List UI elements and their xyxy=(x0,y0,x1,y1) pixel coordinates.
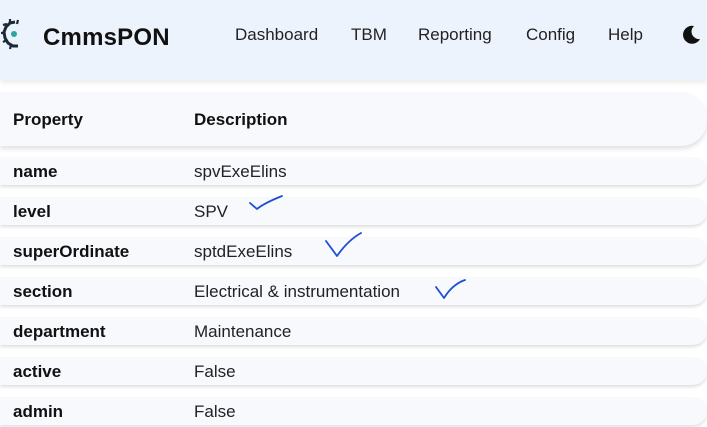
header-description: Description xyxy=(194,110,288,129)
table-header: Property Description xyxy=(0,92,707,146)
table-row: active False xyxy=(0,357,707,385)
row-description: SPV xyxy=(194,202,229,221)
property-table: Property Description name spvExeElins le… xyxy=(0,80,707,427)
table-row: name spvExeElins xyxy=(0,157,707,185)
header-property: Property xyxy=(13,110,83,129)
row-property: section xyxy=(13,282,73,301)
table-row: department Maintenance xyxy=(0,317,707,345)
row-description: False xyxy=(194,402,236,421)
nav-tbm[interactable]: TBM xyxy=(351,25,387,45)
moon-icon[interactable] xyxy=(680,24,702,46)
handwritten-checkmark-icon xyxy=(325,232,362,257)
row-property: level xyxy=(13,202,51,221)
nav-dashboard[interactable]: Dashboard xyxy=(235,25,318,45)
handwritten-checkmark-icon xyxy=(435,279,466,299)
table-row: superOrdinate sptdExeElins xyxy=(0,232,707,265)
top-navbar: CmmsPON Dashboard TBM Reporting Config H… xyxy=(0,0,707,80)
handwritten-checkmark-icon xyxy=(249,195,283,210)
row-property: superOrdinate xyxy=(13,242,130,261)
row-description: Electrical & instrumentation xyxy=(194,282,400,301)
row-property: department xyxy=(13,322,106,341)
row-description: Maintenance xyxy=(194,322,292,341)
row-property: active xyxy=(13,362,62,381)
table-row: section Electrical & instrumentation xyxy=(0,277,707,305)
row-description: False xyxy=(194,362,236,381)
gear-logo-icon[interactable] xyxy=(0,18,24,50)
table-row: level SPV xyxy=(0,195,707,225)
nav-config[interactable]: Config xyxy=(526,25,575,45)
nav-reporting[interactable]: Reporting xyxy=(418,25,492,45)
row-description: spvExeElins xyxy=(194,162,287,181)
table-row: admin False xyxy=(0,397,707,425)
nav-help[interactable]: Help xyxy=(608,25,643,45)
row-description: sptdExeElins xyxy=(194,242,293,261)
row-property: name xyxy=(13,162,58,181)
row-property: admin xyxy=(13,402,64,421)
brand-title[interactable]: CmmsPON xyxy=(43,24,170,52)
